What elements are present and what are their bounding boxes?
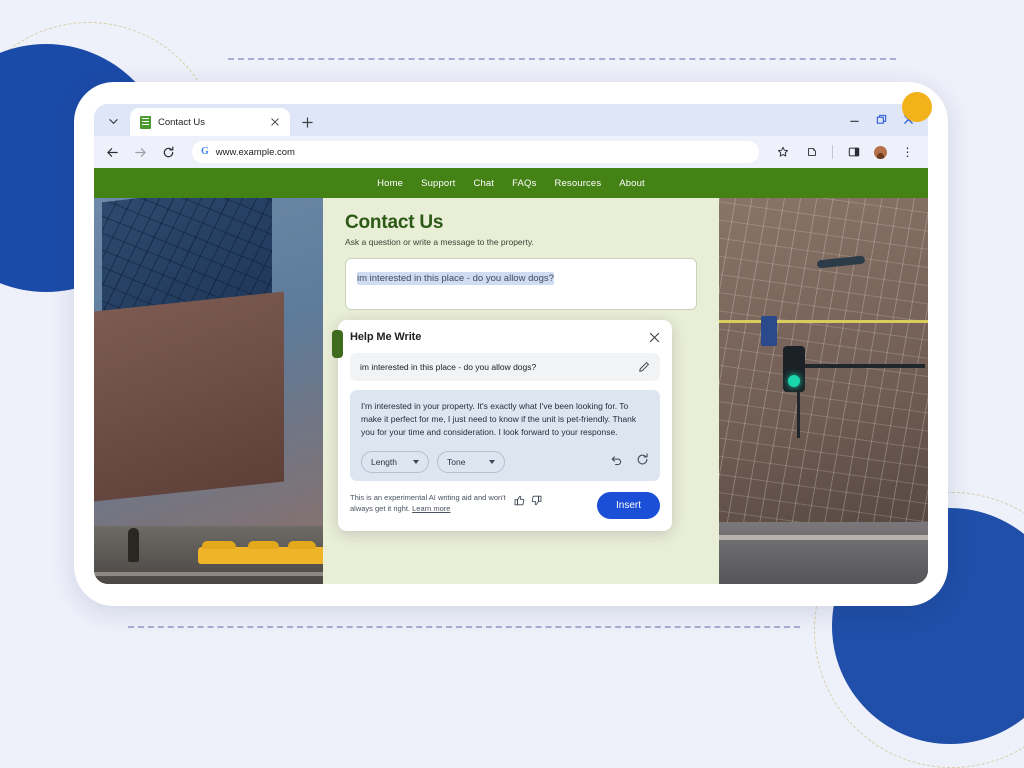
nav-item-support[interactable]: Support (421, 178, 455, 189)
tone-label: Tone (447, 456, 466, 467)
tab-search-chevron-icon[interactable] (100, 109, 126, 133)
disclaimer-line-1: This is an experimental AI writing aid a… (350, 492, 487, 502)
tab-strip: Contact Us (94, 104, 928, 136)
help-me-write-panel: Help Me Write im interested in this plac… (332, 320, 672, 531)
browser-window: Contact Us G www.example.com ⋮ Home Supp… (94, 104, 928, 584)
page-subtitle: Ask a question or write a message to the… (345, 237, 534, 247)
address-bar[interactable]: G www.example.com (192, 141, 759, 163)
decorative-dashed-line-top (228, 58, 896, 60)
side-panel-icon[interactable] (845, 144, 862, 161)
google-icon: G (201, 146, 209, 157)
toolbar-divider (832, 145, 833, 159)
new-tab-button[interactable] (300, 115, 315, 130)
back-icon[interactable] (104, 144, 121, 161)
nav-item-chat[interactable]: Chat (473, 178, 494, 189)
extensions-icon[interactable] (803, 144, 820, 161)
insert-button[interactable]: Insert (596, 491, 660, 519)
pencil-icon[interactable] (638, 361, 650, 373)
forward-icon[interactable] (132, 144, 149, 161)
chevron-down-icon (489, 459, 495, 464)
tab-title: Contact Us (158, 116, 205, 128)
contact-form-area: Contact Us Ask a question or write a mes… (323, 198, 719, 584)
minimize-button[interactable] (849, 112, 860, 130)
thumbs-up-icon[interactable] (514, 493, 525, 511)
thumbs-down-icon[interactable] (531, 493, 542, 511)
photo-city-street-right (719, 198, 928, 584)
url-text: www.example.com (215, 146, 295, 158)
nav-item-home[interactable]: Home (377, 178, 403, 189)
traffic-light-green (788, 375, 800, 387)
tablet-frame: Contact Us G www.example.com ⋮ Home Supp… (74, 82, 948, 606)
refresh-icon[interactable] (636, 452, 649, 471)
tone-dropdown[interactable]: Tone (437, 450, 505, 473)
learn-more-link[interactable]: Learn more (412, 504, 450, 513)
close-icon[interactable] (267, 115, 282, 130)
message-input-value: im interested in this place - do you all… (357, 272, 554, 285)
avatar[interactable] (874, 145, 887, 159)
browser-toolbar: G www.example.com ⋮ (94, 136, 928, 168)
feedback-buttons (514, 493, 542, 511)
toolbar-actions: ⋮ (774, 144, 918, 161)
generated-result: I'm interested in your property. It's ex… (350, 390, 660, 481)
length-label: Length (371, 456, 397, 467)
reload-icon[interactable] (160, 144, 177, 161)
page-title: Contact Us (345, 212, 444, 233)
maximize-button[interactable] (876, 112, 887, 130)
prompt-text: im interested in this place - do you all… (360, 362, 537, 372)
result-actions (610, 452, 649, 471)
photo-city-street-left (94, 198, 323, 584)
close-window-button[interactable] (903, 112, 914, 130)
message-input[interactable]: im interested in this place - do you all… (345, 258, 697, 310)
star-icon[interactable] (774, 144, 791, 161)
panel-footer: This is an experimental AI writing aid a… (350, 491, 660, 519)
site-navigation: Home Support Chat FAQs Resources About (94, 168, 928, 198)
decorative-dashed-line-bottom (128, 626, 800, 628)
result-controls: Length Tone (361, 450, 649, 473)
length-dropdown[interactable]: Length (361, 450, 429, 473)
window-controls (849, 112, 928, 136)
nav-item-faqs[interactable]: FAQs (512, 178, 536, 189)
traffic-light (783, 346, 805, 392)
undo-icon[interactable] (610, 453, 623, 471)
tab-contact-us[interactable]: Contact Us (130, 108, 290, 136)
menu-icon[interactable]: ⋮ (899, 144, 916, 161)
page-content: Contact Us Ask a question or write a mes… (94, 198, 928, 584)
panel-title: Help Me Write (350, 331, 422, 343)
chevron-down-icon (413, 459, 419, 464)
panel-header: Help Me Write (350, 331, 660, 343)
nav-item-about[interactable]: About (619, 178, 645, 189)
disclaimer-text: This is an experimental AI writing aid a… (350, 492, 508, 515)
web-page: Home Support Chat FAQs Resources About C… (94, 168, 928, 584)
panel-accent-tab (332, 330, 343, 358)
nav-item-resources[interactable]: Resources (554, 178, 601, 189)
generated-text: I'm interested in your property. It's ex… (361, 401, 637, 438)
document-icon (140, 115, 151, 129)
prompt-chip[interactable]: im interested in this place - do you all… (350, 353, 660, 381)
close-icon[interactable] (649, 332, 660, 343)
